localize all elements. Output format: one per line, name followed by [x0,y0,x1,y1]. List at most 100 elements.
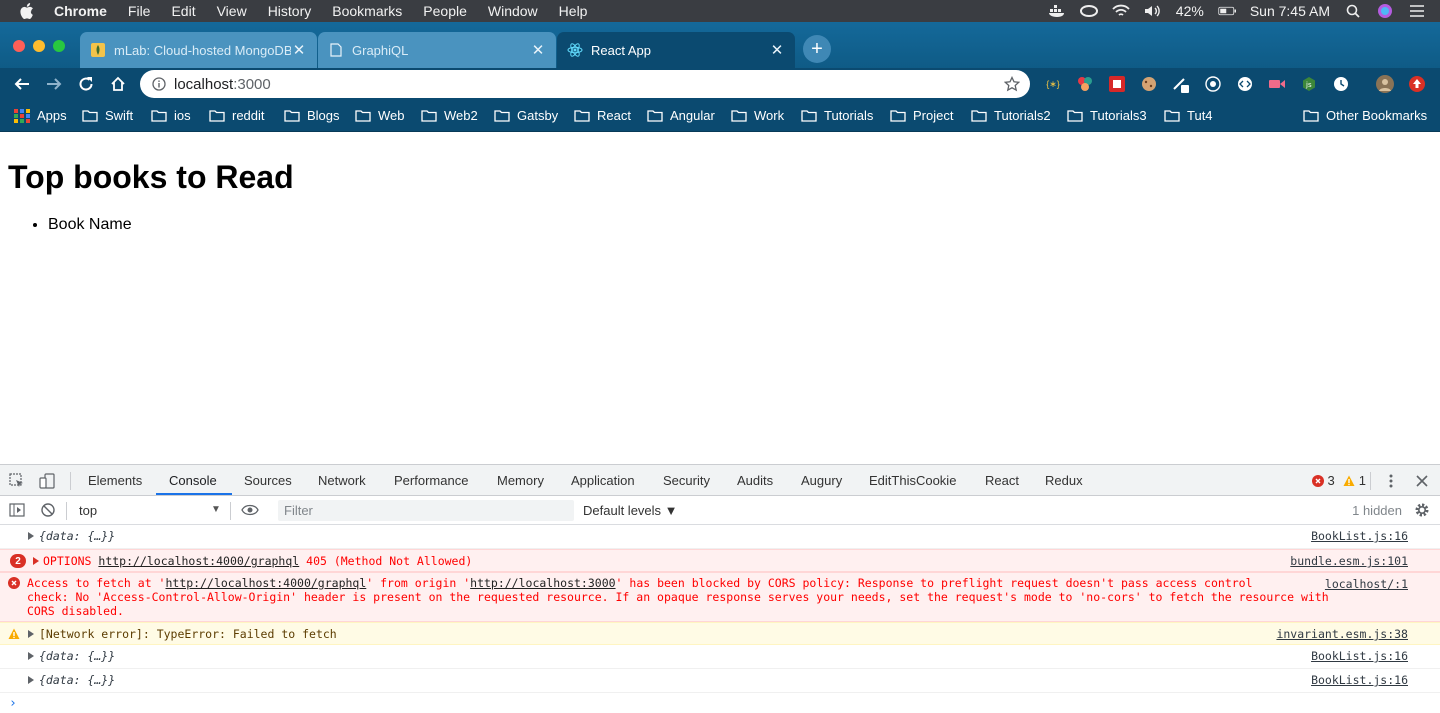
bookmark-folder-web[interactable]: Web [355,108,405,123]
profile-avatar[interactable] [1376,75,1394,93]
more-options-icon[interactable] [1382,472,1400,490]
volume-icon[interactable] [1144,4,1162,18]
menu-bookmarks[interactable]: Bookmarks [332,3,402,19]
bookmark-folder-ios[interactable]: ios [151,108,191,123]
new-tab-button[interactable]: + [803,35,831,63]
source-link[interactable]: BookList.js:16 [1311,673,1408,687]
bookmark-folder-other[interactable]: Other Bookmarks [1303,108,1427,123]
tab-react-app[interactable]: React App ✕ [557,32,795,68]
bookmark-folder-project[interactable]: Project [890,108,953,123]
siri-icon[interactable] [1376,4,1394,18]
maximize-window-button[interactable] [53,40,65,52]
video-extension-icon[interactable] [1268,75,1286,93]
code-extension-icon[interactable] [1236,75,1254,93]
bookmark-folder-gatsby[interactable]: Gatsby [494,108,558,123]
close-devtools-icon[interactable] [1413,472,1431,490]
request-url-link[interactable]: http://localhost:4000/graphql [165,576,366,590]
console-error-row[interactable]: Access to fetch at 'http://localhost:400… [0,572,1440,622]
wifi-icon[interactable] [1112,4,1130,18]
back-arrow-icon[interactable] [11,73,33,95]
log-object[interactable]: {data: {…}} [39,649,115,663]
source-link[interactable]: bundle.esm.js:101 [1290,554,1408,568]
address-bar[interactable]: localhost:3000 [140,70,1030,98]
log-levels-dropdown[interactable]: Default levels ▼ [583,503,678,518]
bookmark-folder-blogs[interactable]: Blogs [284,108,340,123]
update-icon[interactable] [1408,75,1426,93]
console-warning-row[interactable]: [Network error]: TypeError: Failed to fe… [0,622,1440,645]
bookmark-folder-tut4[interactable]: Tut4 [1164,108,1213,123]
devtools-tab-performance[interactable]: Performance [394,473,468,488]
menu-edit[interactable]: Edit [171,3,195,19]
request-url-link[interactable]: http://localhost:4000/graphql [98,554,299,568]
bookmark-folder-work[interactable]: Work [731,108,784,123]
colorzilla-extension-icon[interactable] [1076,75,1094,93]
tab-mlab[interactable]: mLab: Cloud-hosted MongoDB ✕ [80,32,317,68]
inspect-element-icon[interactable] [8,472,26,490]
close-window-button[interactable] [13,40,25,52]
bookmark-folder-web2[interactable]: Web2 [421,108,478,123]
bookmark-folder-tutorials3[interactable]: Tutorials3 [1067,108,1147,123]
issue-counts[interactable]: 3 1 [1311,473,1366,488]
notification-center-icon[interactable] [1408,4,1426,18]
devtools-tab-editthiscookie[interactable]: EditThisCookie [869,473,956,488]
devtools-tab-augury[interactable]: Augury [801,473,842,488]
close-tab-icon[interactable]: ✕ [530,42,546,59]
source-link[interactable]: localhost/:1 [1325,577,1408,591]
cookie-extension-icon[interactable] [1140,75,1158,93]
devtools-tab-react[interactable]: React [985,473,1019,488]
live-expression-eye-icon[interactable] [241,501,259,519]
tab-graphiql[interactable]: GraphiQL ✕ [318,32,556,68]
source-link[interactable]: invariant.esm.js:38 [1276,627,1408,641]
show-sidebar-icon[interactable] [8,501,26,519]
devtools-tab-memory[interactable]: Memory [497,473,544,488]
devtools-tab-audits[interactable]: Audits [737,473,773,488]
nodejs-extension-icon[interactable]: js [1300,75,1318,93]
source-link[interactable]: BookList.js:16 [1311,649,1408,663]
expand-triangle-icon[interactable] [28,630,34,638]
menu-view[interactable]: View [217,3,247,19]
creative-cloud-icon[interactable] [1079,4,1098,18]
bookmark-apps[interactable]: Apps [14,108,67,123]
menu-file[interactable]: File [128,3,151,19]
expand-triangle-icon[interactable] [28,676,34,684]
console-settings-gear-icon[interactable] [1413,501,1431,519]
devtools-tab-redux[interactable]: Redux [1045,473,1083,488]
bookmark-folder-reddit[interactable]: reddit [209,108,265,123]
console-filter-input[interactable]: Filter [278,500,574,521]
devtools-tab-console[interactable]: Console [169,473,217,488]
reload-icon[interactable] [75,73,97,95]
device-toolbar-icon[interactable] [38,472,56,490]
close-tab-icon[interactable]: ✕ [291,42,307,59]
bookmark-folder-swift[interactable]: Swift [82,108,133,123]
clear-console-icon[interactable] [39,501,57,519]
log-object[interactable]: {data: {…}} [39,673,115,687]
bookmark-folder-react[interactable]: React [574,108,631,123]
console-prompt[interactable]: › [0,693,1440,713]
log-object[interactable]: {data: {…}} [39,529,115,543]
console-log-row[interactable]: {data: {…}} BookList.js:16 [0,645,1440,669]
spotlight-search-icon[interactable] [1344,4,1362,18]
target-extension-icon[interactable] [1204,75,1222,93]
console-error-row[interactable]: 2 OPTIONS http://localhost:4000/graphql … [0,549,1440,572]
devtools-tab-sources[interactable]: Sources [244,473,292,488]
history-extension-icon[interactable] [1332,75,1350,93]
console-log-row[interactable]: {data: {…}} BookList.js:16 [0,525,1440,549]
menu-people[interactable]: People [423,3,467,19]
json-formatter-extension-icon[interactable]: {∗} [1044,75,1062,93]
devtools-tab-elements[interactable]: Elements [88,473,142,488]
site-info-icon[interactable] [152,77,166,91]
forward-arrow-icon[interactable] [43,73,65,95]
bookmark-folder-tutorials2[interactable]: Tutorials2 [971,108,1051,123]
devtools-tab-network[interactable]: Network [318,473,366,488]
origin-url-link[interactable]: http://localhost:3000 [470,576,615,590]
battery-icon[interactable] [1218,4,1236,18]
bookmark-folder-tutorials[interactable]: Tutorials [801,108,873,123]
expand-triangle-icon[interactable] [28,652,34,660]
source-link[interactable]: BookList.js:16 [1311,529,1408,543]
devtools-tab-security[interactable]: Security [663,473,710,488]
menu-app-name[interactable]: Chrome [54,3,107,19]
bookmark-star-icon[interactable] [1004,76,1020,92]
devtools-tab-application[interactable]: Application [571,473,635,488]
bookmark-folder-angular[interactable]: Angular [647,108,715,123]
menu-window[interactable]: Window [488,3,538,19]
